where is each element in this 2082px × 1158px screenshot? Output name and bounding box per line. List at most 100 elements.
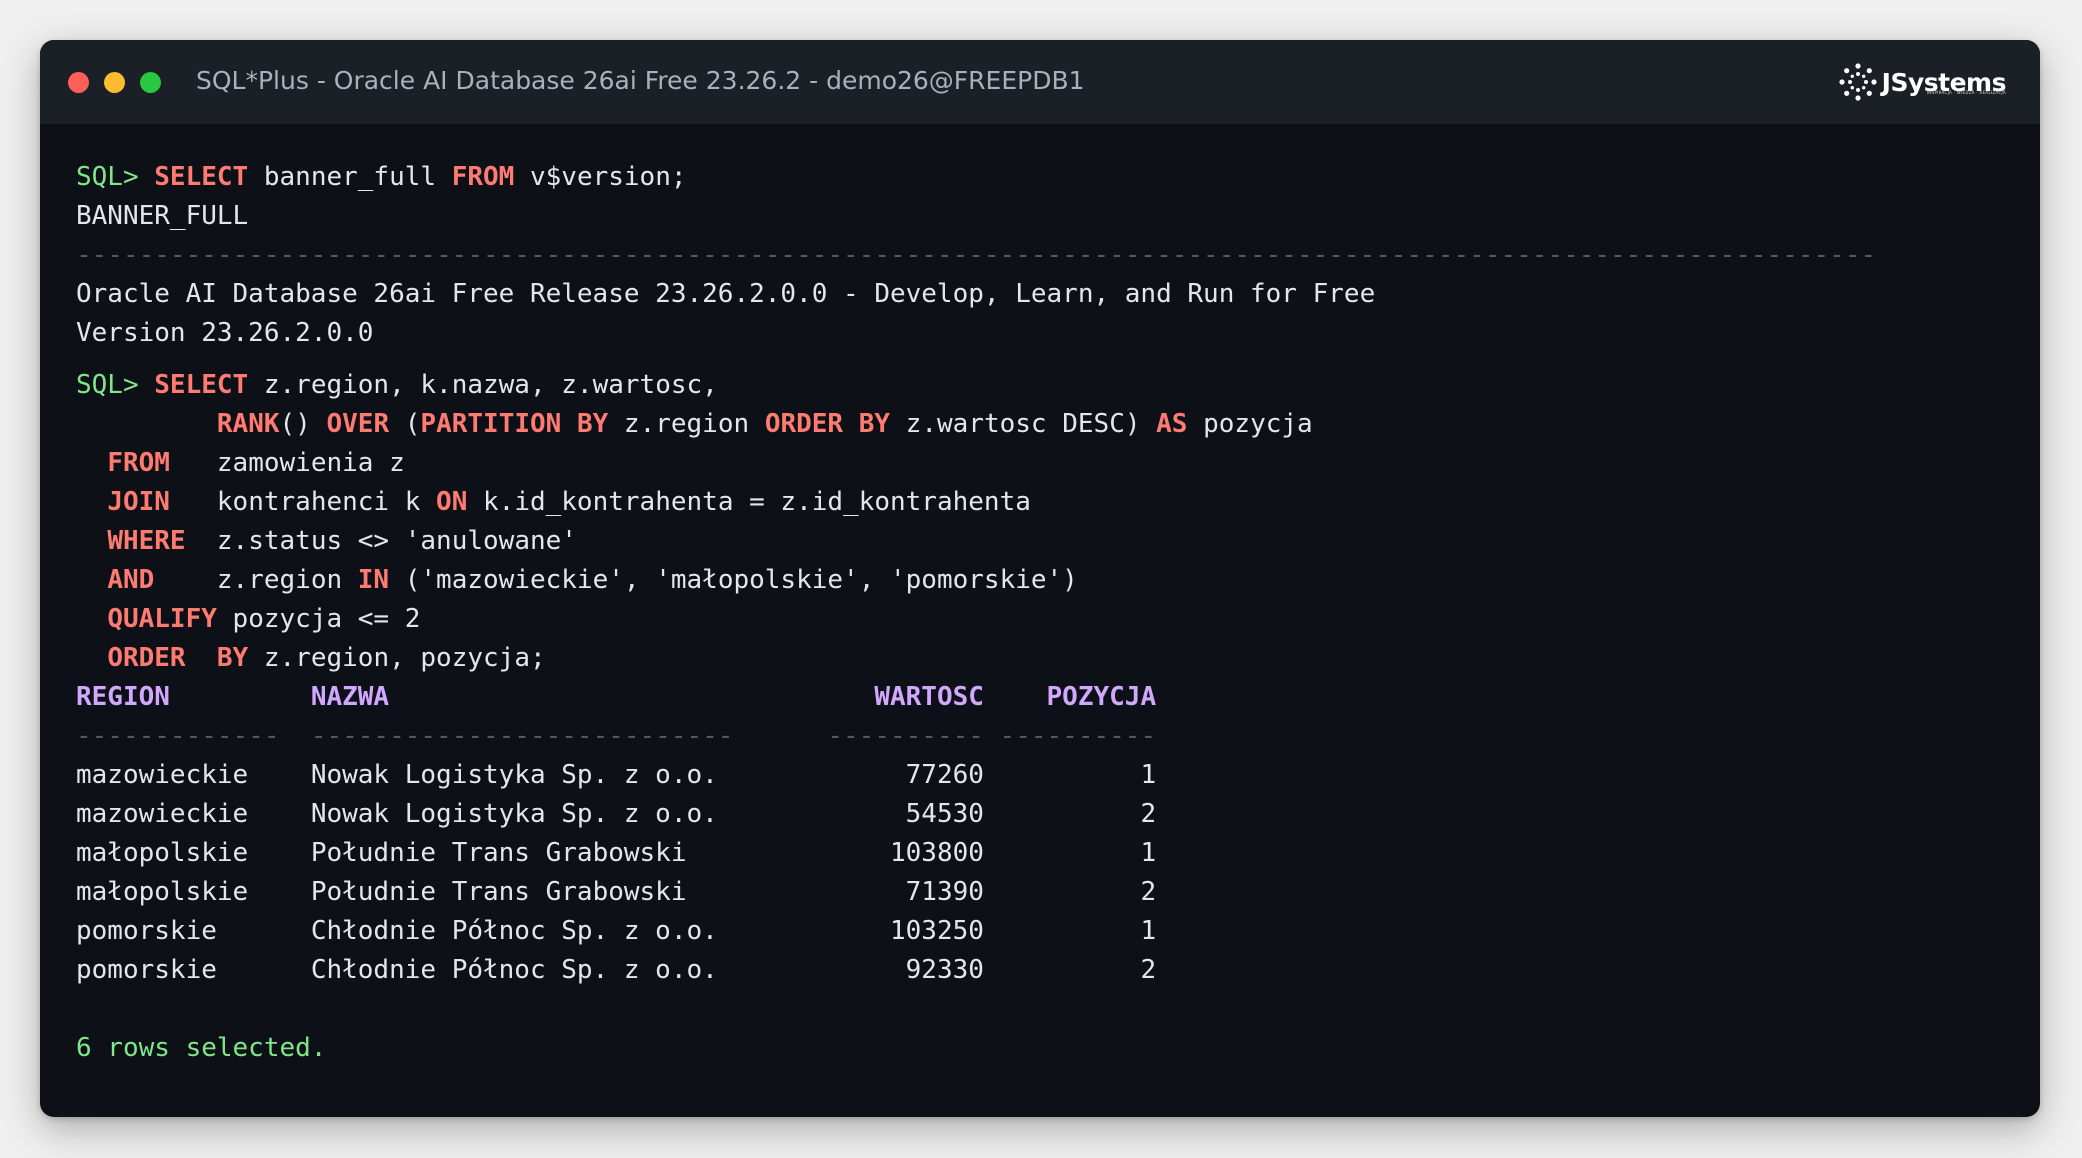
keyword: ORDER BY [764, 409, 891, 439]
window-title: SQL*Plus - Oracle AI Database 26ai Free … [196, 66, 1085, 95]
table-cell-3: 103800 [811, 838, 984, 868]
keyword: BY [216, 643, 249, 673]
code-text: () [279, 409, 327, 439]
keyword: OVER [326, 409, 390, 439]
query2-line-1: SQL> SELECT z.region, k.nazwa, z.wartosc… [76, 366, 2016, 405]
logo-tagline: INSPIRACJA · WIEDZA · REALIZACJA [1926, 90, 2006, 95]
query1-line: SQL> SELECT banner_full FROM v$version; [76, 158, 2016, 197]
code-text: ('mazowieckie', 'małopolskie', 'pomorski… [389, 565, 1078, 595]
table-cell-2: Nowak Logistyka Sp. z o.o. [310, 760, 812, 790]
rows-selected-message: 6 rows selected. [76, 1033, 327, 1063]
code-text: zamowienia z [169, 448, 405, 478]
code-text: pozycja <= 2 [216, 604, 421, 634]
table-cell-4: 2 [983, 877, 1157, 907]
code-text: z.status <> 'anulowane' [185, 526, 577, 556]
table-cell-1: mazowieckie [76, 760, 311, 790]
table-row: małopolskie Południe Trans Grabowski 713… [76, 873, 2016, 912]
table-cell-1: małopolskie [76, 838, 311, 868]
code-text: z.region, pozycja; [248, 643, 546, 673]
keyword: SELECT [154, 370, 249, 400]
keyword: PARTITION BY [420, 409, 609, 439]
table-cell-1: małopolskie [76, 877, 311, 907]
query2-line-5: WHERE z.status <> 'anulowane' [76, 522, 2016, 561]
table-cell-4: 1 [983, 760, 1157, 790]
code-text: z.region [154, 565, 358, 595]
code-text: z.wartosc DESC) [890, 409, 1157, 439]
terminal-window: SQL*Plus - Oracle AI Database 26ai Free … [40, 40, 2040, 1117]
sql-prompt: SQL> [76, 370, 139, 400]
table-cell-4: 2 [983, 955, 1157, 985]
table-cell-2: Południe Trans Grabowski [310, 838, 812, 868]
table-cell-3: 103250 [811, 916, 984, 946]
maximize-window-button[interactable] [140, 72, 161, 93]
query2-line-6: AND z.region IN ('mazowieckie', 'małopol… [76, 561, 2016, 600]
table-cell-3: 54530 [811, 799, 984, 829]
table-cell-1: pomorskie [76, 916, 311, 946]
code-text: kontrahenci k [169, 487, 437, 517]
result1-separator: ----------------------------------------… [76, 240, 1877, 270]
table-cell-3: 92330 [811, 955, 984, 985]
table-row: pomorskie Chłodnie Północ Sp. z o.o. 923… [76, 951, 2016, 990]
column-header: NAZWA [310, 682, 812, 712]
keyword: WHERE [107, 526, 186, 556]
code-text: k.id_kontrahenta = z.id_kontrahenta [467, 487, 1031, 517]
keyword: FROM [451, 162, 515, 192]
table-cell-2: Południe Trans Grabowski [310, 877, 812, 907]
table-cell-3: 77260 [811, 760, 984, 790]
code-text: v$version; [514, 162, 687, 192]
sql-prompt: SQL> [76, 162, 139, 192]
keyword: QUALIFY [107, 604, 217, 634]
close-window-button[interactable] [68, 72, 89, 93]
jsystems-logo: JSystems INSPIRACJA · WIEDZA · REALIZACJ… [1838, 60, 2007, 104]
column-separator: ------------- [76, 721, 311, 751]
keyword: JOIN [107, 487, 170, 517]
query2-line-4: JOIN kontrahenci k ON k.id_kontrahenta =… [76, 483, 2016, 522]
code-text: ( [389, 409, 421, 439]
code-text: z.region [608, 409, 765, 439]
query2-line-2: RANK() OVER (PARTITION BY z.region ORDER… [76, 405, 2016, 444]
code-text: banner_full [248, 162, 452, 192]
keyword: SELECT [154, 162, 249, 192]
table-row: mazowieckie Nowak Logistyka Sp. z o.o. 5… [76, 795, 2016, 834]
minimize-window-button[interactable] [104, 72, 125, 93]
column-header: WARTOSC [811, 682, 984, 712]
table-cell-4: 1 [983, 916, 1157, 946]
keyword: AND [107, 565, 155, 595]
column-header: POZYCJA [983, 682, 1157, 712]
table-cell-3: 71390 [811, 877, 984, 907]
table-cell-1: mazowieckie [76, 799, 311, 829]
code-text: z.region, k.nazwa, z.wartosc, [248, 370, 718, 400]
keyword: RANK [216, 409, 280, 439]
table-cell-2: Chłodnie Północ Sp. z o.o. [310, 955, 812, 985]
keyword: AS [1156, 409, 1188, 439]
terminal-output: SQL> SELECT banner_full FROM v$version; … [76, 158, 2016, 1068]
result-table-body: mazowieckie Nowak Logistyka Sp. z o.o. 7… [76, 756, 2016, 990]
column-header: REGION [76, 682, 311, 712]
table-cell-4: 2 [983, 799, 1157, 829]
column-separator: ---------- [983, 721, 1157, 751]
query2-line-8: ORDER BY z.region, pozycja; [76, 639, 2016, 678]
keyword: ON [436, 487, 468, 517]
code-text: pozycja [1187, 409, 1313, 439]
result1-line: Version 23.26.2.0.0 [76, 318, 374, 348]
table-row: małopolskie Południe Trans Grabowski 103… [76, 834, 2016, 873]
keyword: IN [357, 565, 390, 595]
result-table-header: REGION NAZWA WARTOSC POZYCJA [76, 678, 2016, 717]
table-row: mazowieckie Nowak Logistyka Sp. z o.o. 7… [76, 756, 2016, 795]
column-separator: ---------- [811, 721, 984, 751]
query2-line-3: FROM zamowienia z [76, 444, 2016, 483]
table-row: pomorskie Chłodnie Północ Sp. z o.o. 103… [76, 912, 2016, 951]
result1-header: BANNER_FULL [76, 201, 249, 231]
query2-line-7: QUALIFY pozycja <= 2 [76, 600, 2016, 639]
table-cell-4: 1 [983, 838, 1157, 868]
table-cell-1: pomorskie [76, 955, 311, 985]
result1-line: Oracle AI Database 26ai Free Release 23.… [76, 279, 1376, 309]
column-separator: --------------------------- [310, 721, 812, 751]
keyword: FROM [107, 448, 170, 478]
table-cell-2: Nowak Logistyka Sp. z o.o. [310, 799, 812, 829]
table-cell-2: Chłodnie Północ Sp. z o.o. [310, 916, 812, 946]
result-table-separator: ------------- --------------------------… [76, 717, 2016, 756]
title-bar: SQL*Plus - Oracle AI Database 26ai Free … [40, 40, 2040, 124]
logo-dots-icon [1839, 63, 1877, 101]
keyword: ORDER [107, 643, 186, 673]
